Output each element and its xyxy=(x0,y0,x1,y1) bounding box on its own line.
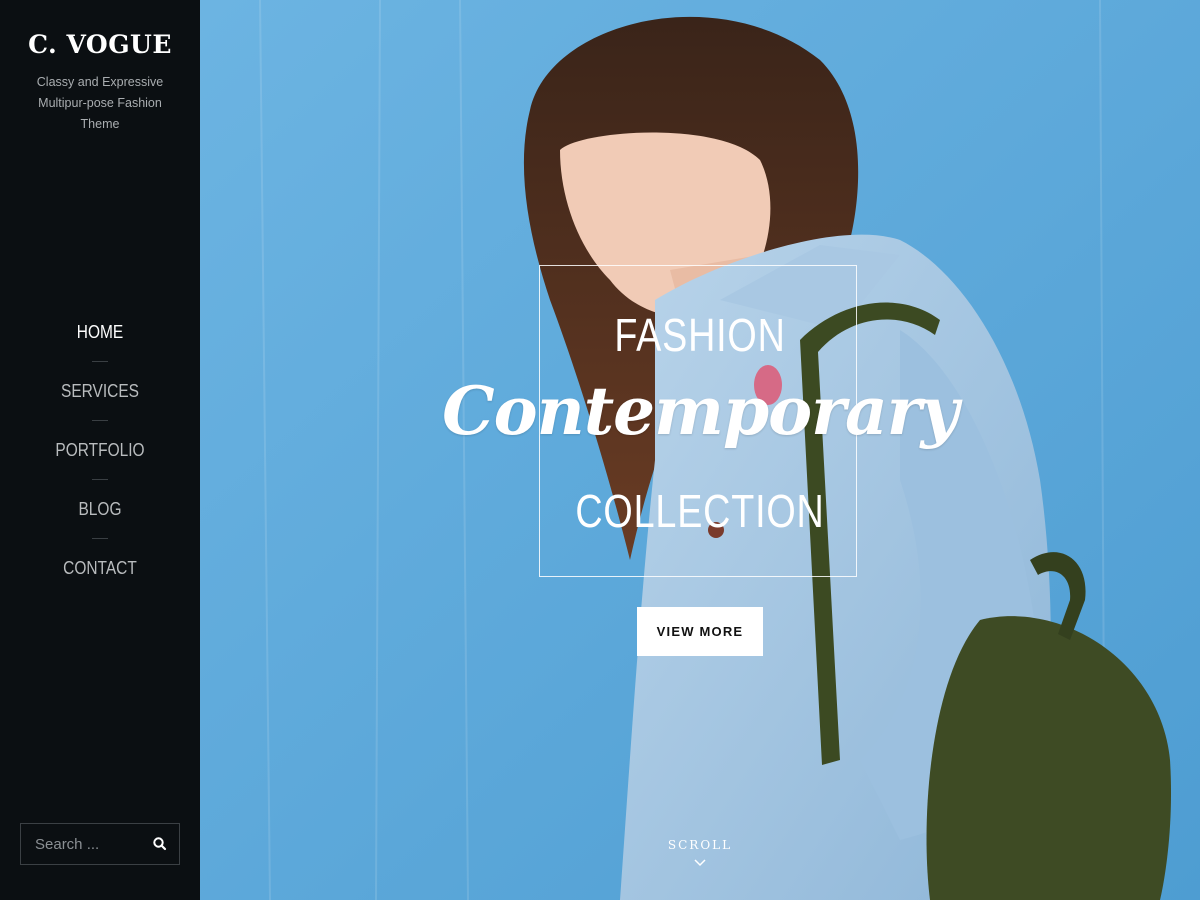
nav-item-blog: BLOG xyxy=(0,495,200,554)
nav-divider xyxy=(92,479,108,480)
site-tagline: Classy and Expressive Multipur-pose Fash… xyxy=(36,75,164,131)
nav-item-home: HOME xyxy=(0,318,200,377)
hero-headline-fashion: FASHION xyxy=(614,309,786,361)
nav-link-services[interactable]: SERVICES xyxy=(14,377,186,405)
nav-link-blog[interactable]: BLOG xyxy=(14,495,186,523)
view-more-button[interactable]: VIEW MORE xyxy=(637,607,763,656)
nav-divider xyxy=(92,538,108,539)
chevron-down-icon xyxy=(694,859,706,867)
nav-link-portfolio[interactable]: PORTFOLIO xyxy=(14,436,186,464)
nav-item-contact: CONTACT xyxy=(0,554,200,613)
scroll-label: SCROLL xyxy=(667,838,733,852)
search-button[interactable] xyxy=(151,835,169,853)
main-nav: HOME SERVICES PORTFOLIO BLOG CONTACT xyxy=(0,318,200,613)
hero-section xyxy=(200,0,1200,900)
nav-divider xyxy=(92,361,108,362)
search-icon xyxy=(153,837,167,851)
nav-item-portfolio: PORTFOLIO xyxy=(0,436,200,495)
search-input[interactable] xyxy=(21,824,141,864)
nav-link-home[interactable]: HOME xyxy=(14,318,186,346)
nav-divider xyxy=(92,420,108,421)
nav-item-services: SERVICES xyxy=(0,377,200,436)
search-form xyxy=(20,823,180,865)
scroll-indicator[interactable]: SCROLL xyxy=(640,838,760,868)
sidebar: C. VOGUE Classy and Expressive Multipur-… xyxy=(0,0,200,900)
hero-headline-script: Contemporary xyxy=(442,372,959,450)
site-title[interactable]: C. VOGUE xyxy=(0,30,200,59)
hero-headline-collection: COLLECTION xyxy=(575,485,825,537)
nav-link-contact[interactable]: CONTACT xyxy=(14,554,186,582)
